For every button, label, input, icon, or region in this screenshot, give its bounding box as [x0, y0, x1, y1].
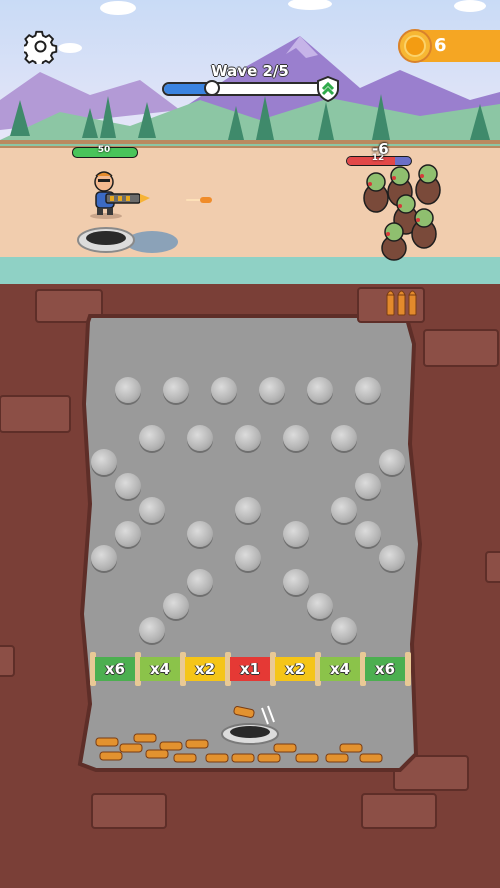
multiplier-slot: x4 — [320, 657, 360, 681]
game-scene: 6 Wave 2/5 50 12 -6 x6 x4 x2 x1 x2 x4 x6 — [0, 0, 500, 888]
hero-health-value: 50 — [97, 145, 111, 155]
peg — [163, 377, 189, 403]
multiplier-slot: x4 — [140, 657, 180, 681]
dirt-background — [0, 284, 500, 888]
peg — [139, 617, 165, 643]
peg — [283, 425, 309, 451]
peg — [355, 377, 381, 403]
coin-icon — [398, 29, 432, 63]
peg — [355, 521, 381, 547]
multiplier-slot: x6 — [365, 657, 405, 681]
peg — [115, 521, 141, 547]
peg — [307, 593, 333, 619]
peg — [163, 593, 189, 619]
multiplier-slot: x2 — [185, 657, 225, 681]
peg — [91, 545, 117, 571]
multiplier-slot: x1 — [230, 657, 270, 681]
wave-progress-bar — [162, 82, 326, 96]
peg — [235, 425, 261, 451]
peg — [139, 497, 165, 523]
bullet-spawner-hole — [221, 705, 279, 745]
peg — [139, 425, 165, 451]
peg — [283, 569, 309, 595]
peg — [379, 449, 405, 475]
ammo-icon — [386, 290, 417, 316]
bullet — [186, 197, 212, 203]
slot-divider — [405, 652, 411, 686]
peg — [259, 377, 285, 403]
multiplier-slot: x2 — [275, 657, 315, 681]
peg — [187, 569, 213, 595]
multiplier-slot: x6 — [95, 657, 135, 681]
peg — [115, 473, 141, 499]
zombie-horde — [363, 164, 441, 261]
peg — [283, 521, 309, 547]
peg — [331, 617, 357, 643]
coin-count: 6 — [434, 35, 447, 56]
peg — [307, 377, 333, 403]
peg — [187, 425, 213, 451]
peg — [211, 377, 237, 403]
shield-chevron-icon — [317, 76, 339, 102]
peg — [187, 521, 213, 547]
peg — [379, 545, 405, 571]
peg — [91, 449, 117, 475]
hero-spawn-hole — [77, 227, 178, 253]
peg — [331, 497, 357, 523]
peg — [355, 473, 381, 499]
wave-label: Wave 2/5 — [211, 62, 289, 80]
wave-progress-marker — [204, 80, 220, 96]
damage-popup: -6 — [372, 140, 389, 158]
peg — [235, 497, 261, 523]
peg — [331, 425, 357, 451]
peg — [235, 545, 261, 571]
gear-icon[interactable] — [24, 30, 58, 64]
hero-gunner — [90, 171, 150, 219]
peg — [115, 377, 141, 403]
